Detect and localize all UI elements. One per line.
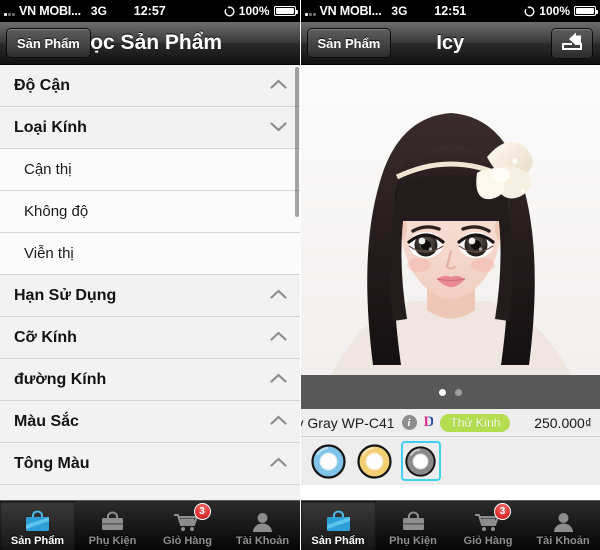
filter-option-khong-do[interactable]: Không độ xyxy=(0,191,300,233)
tab-label: Giỏ Hàng xyxy=(463,535,513,547)
battery-icon xyxy=(574,6,598,16)
filter-label: Độ Cận xyxy=(14,76,70,94)
filter-row-mau-sac[interactable]: Màu Sắc xyxy=(0,401,300,443)
tab-bar-left[interactable]: Sản Phẩm Phụ Kiện 3 Giỏ Hàng Tài Khoản xyxy=(0,500,300,550)
case-icon xyxy=(400,507,427,533)
chevron-up-icon[interactable] xyxy=(269,329,287,347)
share-icon xyxy=(561,32,583,55)
filter-label: Không độ xyxy=(24,203,89,220)
tab-label: Sản Phẩm xyxy=(311,535,365,547)
status-bar-right: VN MOBI... 3G 12:51 100% xyxy=(300,0,600,22)
tab-label: Phụ Kiện xyxy=(389,535,437,547)
nav-bar-left: Sản Phẩm Lọc Sản Phẩm xyxy=(0,22,300,65)
tab-tai-khoan[interactable]: Tài Khoản xyxy=(526,501,600,550)
filter-label: đường Kính xyxy=(14,370,107,388)
filter-row-duong-kinh[interactable]: đường Kính xyxy=(0,359,300,401)
battery-icon xyxy=(273,6,298,16)
product-info-row: y Gray WP-C41 i D Thử Kính 250.000₫ xyxy=(300,409,600,437)
photo-carousel-pager[interactable] xyxy=(300,375,600,409)
cart-badge: 3 xyxy=(494,503,511,520)
nav-bar-right: Sản Phẩm Icy xyxy=(300,22,600,65)
tab-phu-kien[interactable]: Phụ Kiện xyxy=(75,501,150,550)
tab-phu-kien[interactable]: Phụ Kiện xyxy=(376,501,451,550)
tab-gio-hang[interactable]: 3 Giỏ Hàng xyxy=(451,501,526,550)
tab-bar-right[interactable]: Sản Phẩm Phụ Kiện 3 Giỏ Hàng Tài Khoản xyxy=(300,500,600,550)
filter-label: Cận thị xyxy=(24,161,72,178)
filter-row-do-can[interactable]: Độ Cận xyxy=(0,65,300,107)
filter-option-can-thi[interactable]: Cận thị xyxy=(0,149,300,191)
chevron-up-icon[interactable] xyxy=(269,455,287,473)
filter-label: Tông Màu xyxy=(14,454,90,472)
filter-label: Hạn Sử Dụng xyxy=(14,286,117,304)
color-swatch-list[interactable] xyxy=(300,437,600,485)
filter-row-han-su-dung[interactable]: Hạn Sử Dụng xyxy=(0,275,300,317)
cart-badge: 3 xyxy=(193,503,211,520)
tab-label: Phụ Kiện xyxy=(88,535,137,547)
person-icon xyxy=(551,507,576,533)
chevron-up-icon[interactable] xyxy=(269,413,287,431)
clock-label: 12:57 xyxy=(133,4,166,18)
filter-screen: VN MOBI... 3G 12:57 100% Sản Phẩm Lọc Sả… xyxy=(0,0,300,550)
sync-icon xyxy=(224,5,235,17)
back-button[interactable]: Sản Phẩm xyxy=(306,28,392,58)
info-icon[interactable]: i xyxy=(401,415,417,430)
filter-label: Màu Sắc xyxy=(14,412,79,430)
tab-san-pham[interactable]: Sản Phẩm xyxy=(300,501,376,550)
person-icon xyxy=(250,507,275,533)
chevron-down-icon[interactable] xyxy=(269,119,287,137)
bag-icon xyxy=(24,507,51,533)
sync-icon xyxy=(524,5,535,17)
screenshot-stage: VN MOBI... 3G 12:57 100% Sản Phẩm Lọc Sả… xyxy=(0,0,600,550)
case-icon xyxy=(99,507,126,533)
back-button[interactable]: Sản Phẩm xyxy=(6,28,91,58)
chevron-up-icon[interactable] xyxy=(269,77,287,95)
swatch-gray[interactable] xyxy=(400,441,441,481)
tab-label: Sản Phẩm xyxy=(10,535,65,547)
filter-label: Cỡ Kính xyxy=(14,328,77,346)
try-lens-button[interactable]: Thử Kính xyxy=(440,413,511,432)
filter-option-vien-thi[interactable]: Viễn thị xyxy=(0,233,300,275)
product-price: 250.000₫ xyxy=(534,414,592,431)
filter-label: Viễn thị xyxy=(24,245,74,262)
chevron-up-icon[interactable] xyxy=(269,287,287,305)
filter-label: Loại Kính xyxy=(14,118,87,136)
swatch-gold[interactable] xyxy=(355,441,395,481)
product-detail-screen: VN MOBI... 3G 12:51 100% Sản Phẩm Icy y … xyxy=(299,0,600,550)
tab-tai-khoan[interactable]: Tài Khoản xyxy=(225,501,300,550)
filter-row-co-kinh[interactable]: Cỡ Kính xyxy=(0,317,300,359)
chevron-up-icon[interactable] xyxy=(269,371,287,389)
product-photo[interactable] xyxy=(300,65,600,375)
clock-label: 12:51 xyxy=(434,4,467,18)
filter-row-loai-kinh[interactable]: Loại Kính xyxy=(0,107,300,149)
filter-row-tong-mau[interactable]: Tông Màu xyxy=(0,443,300,485)
bag-icon xyxy=(325,507,352,533)
filter-list[interactable]: Độ Cận Loại Kính Cận thị Không độ Viễn t… xyxy=(0,65,300,502)
vertical-scrollbar[interactable] xyxy=(294,67,299,217)
product-name: y Gray WP-C41 xyxy=(300,414,395,431)
carousel-dot-1[interactable] xyxy=(438,388,446,396)
tab-label: Tài Khoản xyxy=(536,535,590,547)
swatch-blue[interactable] xyxy=(309,441,349,481)
tab-label: Tài Khoản xyxy=(235,535,290,547)
carousel-dot-2[interactable] xyxy=(454,388,462,396)
share-button[interactable] xyxy=(551,27,593,59)
tab-gio-hang[interactable]: 3 Giỏ Hàng xyxy=(150,501,225,550)
brand-d-icon[interactable]: D xyxy=(424,414,435,431)
tab-label: Giỏ Hàng xyxy=(163,535,212,547)
model-illustration xyxy=(330,113,571,375)
tab-san-pham[interactable]: Sản Phẩm xyxy=(0,501,75,550)
status-bar-left: VN MOBI... 3G 12:57 100% xyxy=(0,0,300,22)
